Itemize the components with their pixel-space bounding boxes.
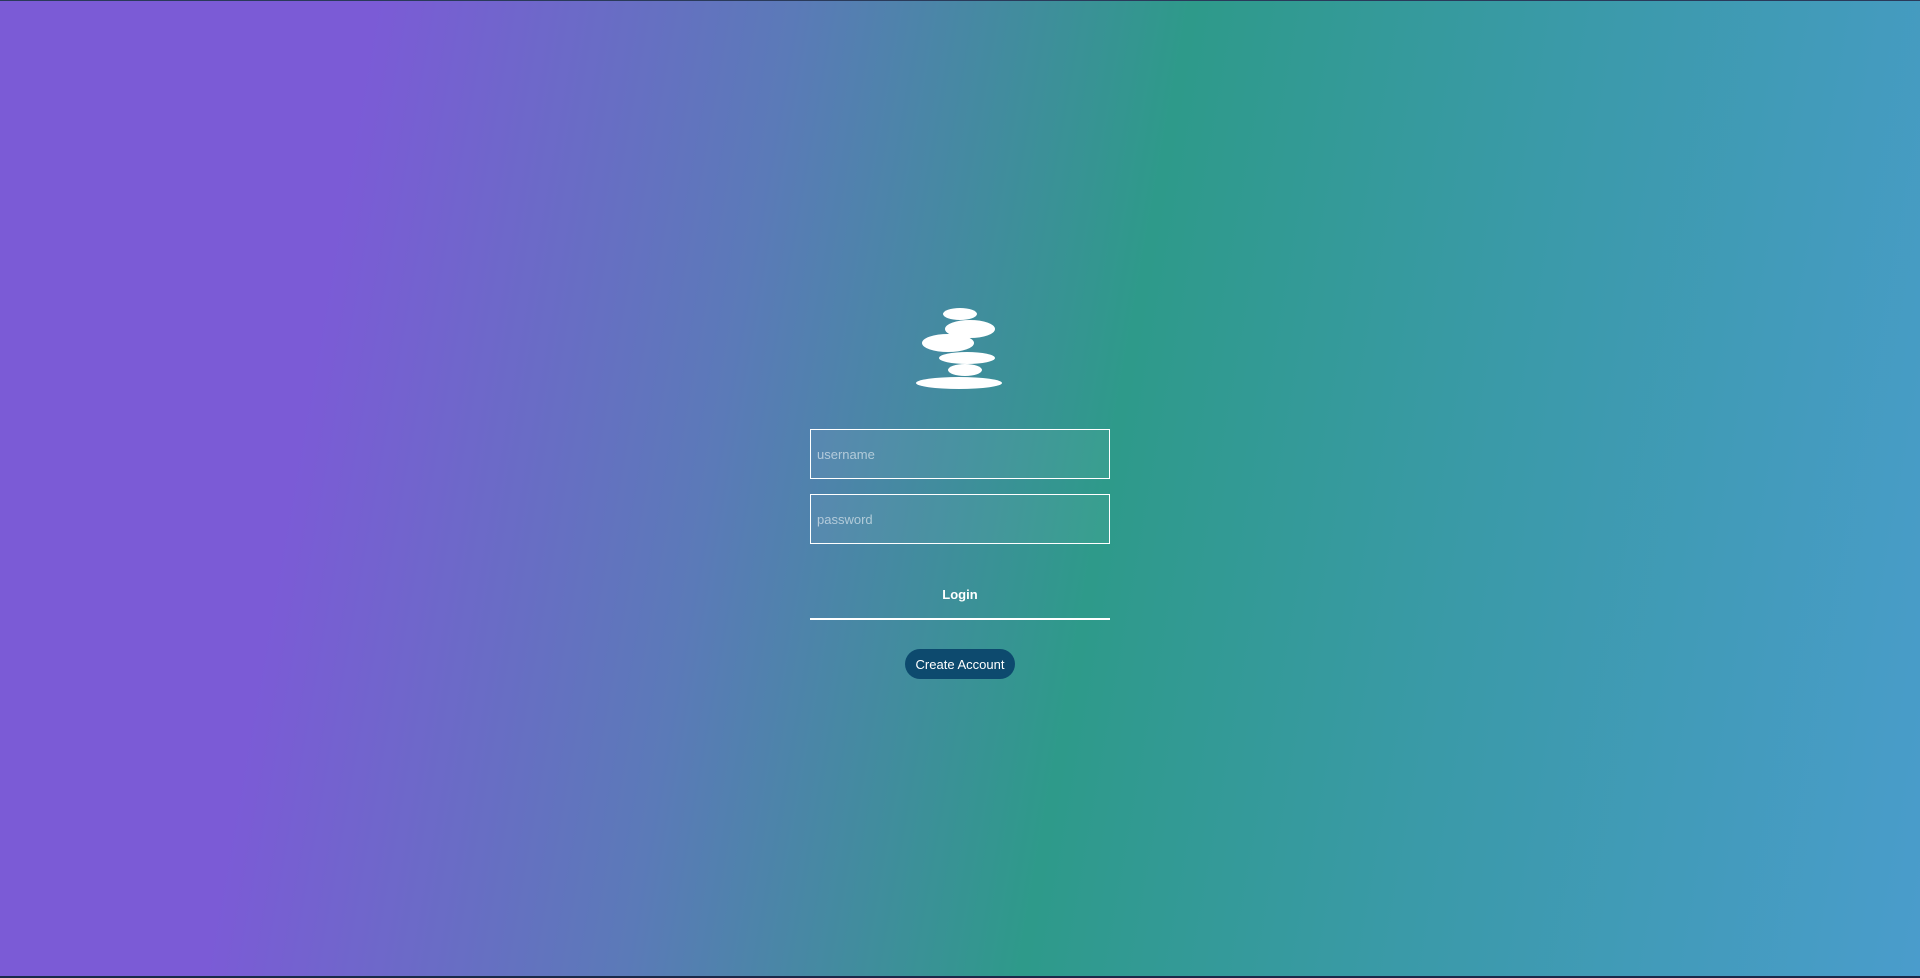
create-account-button[interactable]: Create Account	[905, 649, 1015, 679]
stacked-stones-icon	[916, 308, 1002, 389]
username-input[interactable]	[810, 429, 1110, 479]
top-edge-line	[0, 0, 1920, 1]
login-button[interactable]: Login	[810, 570, 1110, 620]
password-input[interactable]	[810, 494, 1110, 544]
